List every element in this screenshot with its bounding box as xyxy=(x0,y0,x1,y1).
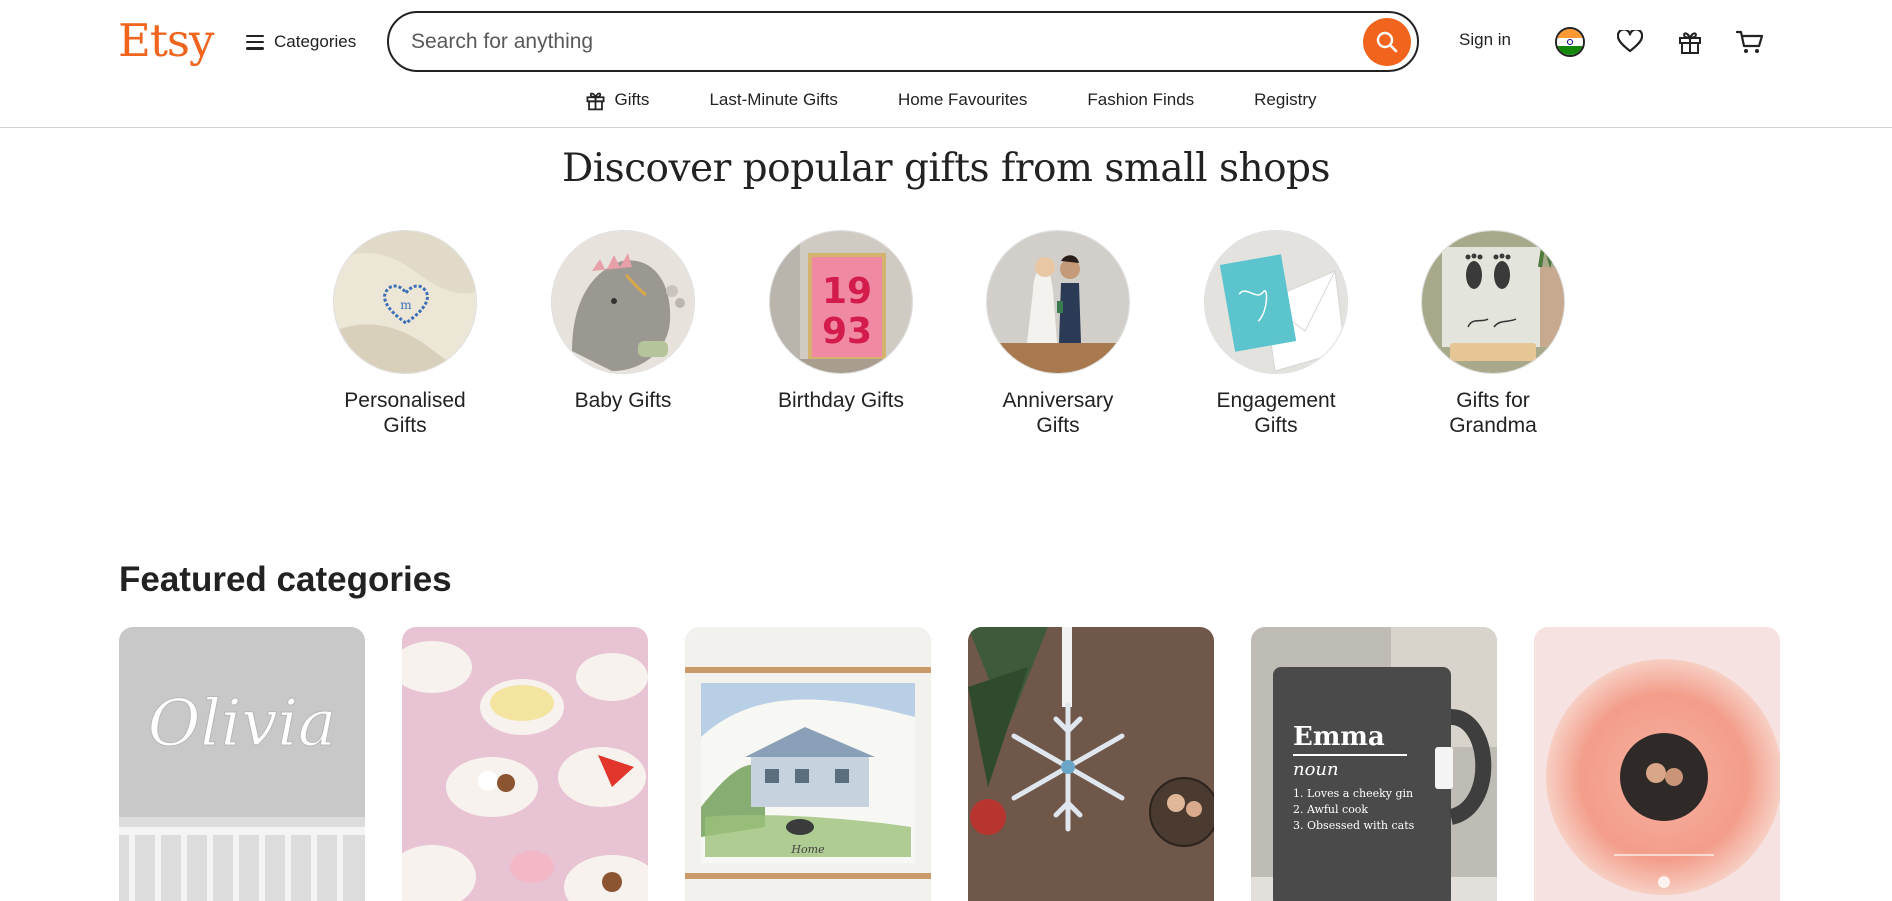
categories-button[interactable]: Categories xyxy=(246,26,356,58)
gift-category-personalised[interactable]: m Personalised Gifts xyxy=(322,230,488,438)
card-image-subtext: noun xyxy=(1293,759,1339,780)
card-image-text: Olivia xyxy=(148,687,336,761)
featured-card-mugs[interactable] xyxy=(402,627,648,901)
category-image xyxy=(1204,230,1348,374)
category-image xyxy=(551,230,695,374)
category-label: Personalised Gifts xyxy=(344,389,466,437)
card-image-line: 2. Awful cook xyxy=(1293,803,1368,816)
card-image-text: Home xyxy=(790,843,825,856)
card-image: Emma noun 1. Loves a cheeky gin 2. Awful… xyxy=(1251,627,1497,901)
heart-icon xyxy=(1617,30,1643,53)
subnav-last-minute-gifts[interactable]: Last-Minute Gifts xyxy=(709,86,838,114)
card-image-line: 1. Loves a cheeky gin xyxy=(1293,787,1413,800)
svg-text:m: m xyxy=(400,298,412,312)
gift-icon xyxy=(1679,32,1701,54)
category-label: Gifts for Grandma xyxy=(1449,389,1537,437)
subnav-home-favourites[interactable]: Home Favourites xyxy=(898,86,1027,114)
category-label: Birthday Gifts xyxy=(777,389,905,412)
favourites-button[interactable] xyxy=(1610,22,1650,62)
etsy-logo[interactable]: Etsy xyxy=(118,14,214,67)
cart-button[interactable] xyxy=(1730,22,1770,62)
card-image: Olivia xyxy=(119,627,365,901)
featured-card-vinyl[interactable] xyxy=(1534,627,1780,901)
gift-mode-button[interactable] xyxy=(1670,22,1710,62)
svg-text:93: 93 xyxy=(822,311,872,352)
category-label: Baby Gifts xyxy=(574,389,672,412)
featured-card-name-sign[interactable]: Olivia xyxy=(119,627,365,901)
card-image xyxy=(968,627,1214,901)
gift-category-birthday[interactable]: 19 93 Birthday Gifts xyxy=(758,230,924,413)
search-button[interactable] xyxy=(1363,18,1411,66)
subnav-label: Gifts xyxy=(614,90,650,109)
category-label: Engagement Gifts xyxy=(1216,389,1336,437)
featured-card-ornament[interactable] xyxy=(968,627,1214,901)
region-button[interactable] xyxy=(1550,22,1590,62)
subnav-registry[interactable]: Registry xyxy=(1254,86,1316,114)
menu-icon xyxy=(246,34,264,50)
subnav-fashion-finds[interactable]: Fashion Finds xyxy=(1087,86,1194,114)
gift-category-anniversary[interactable]: Anniversary Gifts xyxy=(975,230,1141,438)
featured-card-house-portrait[interactable]: Home xyxy=(685,627,931,901)
category-label: Anniversary Gifts xyxy=(1002,389,1114,437)
gift-category-grandma[interactable]: Gifts for Grandma xyxy=(1410,230,1576,438)
search-bar xyxy=(387,11,1419,72)
search-icon xyxy=(1376,31,1398,53)
card-image-line: 3. Obsessed with cats xyxy=(1293,819,1415,832)
gift-category-baby[interactable]: Baby Gifts xyxy=(540,230,706,413)
subnav-gifts[interactable]: Gifts xyxy=(585,86,649,114)
featured-card-mug-definition[interactable]: Emma noun 1. Loves a cheeky gin 2. Awful… xyxy=(1251,627,1497,901)
gift-icon xyxy=(587,92,605,110)
gift-category-engagement[interactable]: Engagement Gifts xyxy=(1193,230,1359,438)
cart-icon xyxy=(1736,30,1764,53)
search-input[interactable] xyxy=(411,25,1331,59)
category-image xyxy=(1421,230,1565,374)
india-flag-icon xyxy=(1555,27,1585,57)
featured-categories-title: Featured categories xyxy=(119,560,452,599)
site-header: Etsy Categories Sign in xyxy=(0,0,1892,128)
card-image xyxy=(1534,627,1780,901)
svg-text:19: 19 xyxy=(822,271,872,312)
sub-navigation: Gifts Last-Minute Gifts Home Favourites … xyxy=(0,86,1892,114)
card-image-text: Emma xyxy=(1293,722,1385,752)
categories-label: Categories xyxy=(274,32,357,51)
sign-in-link[interactable]: Sign in xyxy=(1459,30,1511,50)
category-image: 19 93 xyxy=(769,230,913,374)
card-image: Home xyxy=(685,627,931,901)
discover-title: Discover popular gifts from small shops xyxy=(561,146,1331,191)
card-image xyxy=(402,627,648,901)
category-image xyxy=(986,230,1130,374)
category-image: m xyxy=(333,230,477,374)
